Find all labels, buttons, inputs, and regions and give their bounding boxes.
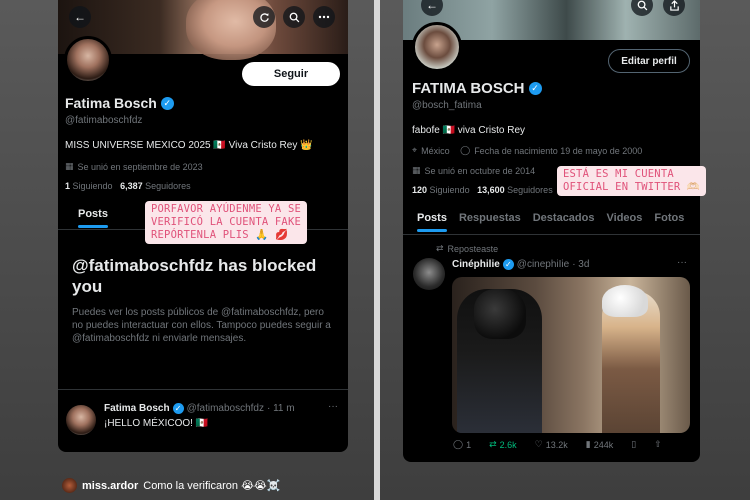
profile-bio: fabofe 🇲🇽 viva Cristo Rey [412,125,526,136]
location-icon: ⌖ [412,145,418,155]
share-icon: ⇧ [654,439,662,449]
tabs-divider [403,234,700,235]
avatar[interactable] [412,22,462,72]
verified-icon: ✓ [502,259,514,270]
story-comment: miss.ardor Como la verificaron 😭😭☠️ [62,478,280,493]
tweet-actions: ◯ 1 ⇄ 2.6k ♡ 13.2k ▮ 244k ▯ ⇧ [453,439,662,450]
tweet-avatar[interactable] [413,258,445,290]
comment-text: Como la verificaron 😭😭☠️ [143,480,281,492]
reply-button[interactable]: ◯ 1 [453,439,471,450]
balloon-icon: ◯ [460,145,471,155]
avatar[interactable] [62,478,77,493]
tweet-avatar[interactable] [65,404,97,436]
calendar-icon: ▦ [65,161,74,171]
right-profile-screen: ← Editar perfil FATIMA BOSCH ✓ @bosch_fat… [403,0,700,462]
verified-icon: ✓ [528,82,542,95]
follow-button[interactable]: Seguir [242,62,340,86]
tab-photos[interactable]: Fotos [654,212,684,224]
verified-icon: ✓ [160,96,174,110]
bookmark-button[interactable]: ▯ [631,439,636,450]
tweet-text: ¡HELLO MÉXICOO! 🇲🇽 [104,418,209,429]
tab-posts[interactable]: Posts [78,208,108,228]
views-button[interactable]: ▮ 244k [586,439,613,450]
share-button[interactable]: ⇧ [654,439,662,450]
blocked-description: Puedes ver los posts públicos de @fatima… [72,307,331,344]
tab-posts[interactable]: Posts [417,212,447,232]
bookmark-icon: ▯ [631,439,637,449]
tweet-more-icon[interactable]: ··· [328,401,338,412]
sticker-right: ESTÁ ES MI CUENTA OFICIAL EN TWITTER 🫶🏻 [557,166,707,196]
profile-name: Fatima Bosch ✓ [65,95,174,111]
profile-meta-row: ⌖ México ◯ Fecha de nacimiento 19 de mayo … [412,145,643,156]
profile-name: FATIMA BOSCH ✓ [412,80,542,97]
reply-icon: ◯ [453,439,464,449]
reposted-label: ⇄ Reposteaste [436,243,499,254]
profile-tabs: Posts Respuestas Destacados Videos Fotos [417,212,684,232]
tab-replies[interactable]: Respuestas [459,212,521,224]
verified-icon: ✓ [172,403,184,414]
tweet-header: Cinéphilie ✓ @cinephiIie · 3d [452,259,590,270]
tweet-more-icon[interactable]: ··· [677,257,687,268]
views-icon: ▮ [585,439,591,449]
calendar-icon: ▦ [412,165,421,175]
tweet-photo[interactable] [452,277,690,433]
edit-profile-button[interactable]: Editar perfil [608,49,690,73]
refresh-icon[interactable] [253,6,275,28]
like-button[interactable]: ♡ 13.2k [535,439,568,450]
like-icon: ♡ [534,439,543,449]
follow-stats: 1 Siguiendo 6,387 Seguidores [65,181,191,191]
collage-divider [374,0,380,500]
blocked-title: @fatimaboschfdz has blocked you [72,256,317,296]
joined-date: ▦ Se unió en octubre de 2014 [412,165,536,176]
profile-handle: @bosch_fatima [412,100,482,111]
tweet-header: Fatima Bosch ✓ @fatimaboschfdz · 11 m [104,403,295,414]
avatar[interactable] [64,36,112,84]
tweet-divider [58,389,348,390]
tab-videos[interactable]: Videos [607,212,643,224]
follow-stats: 120 Siguiendo 13,600 Seguidores [412,185,553,195]
tab-highlights[interactable]: Destacados [533,212,595,224]
profile-bio: MISS UNIVERSE MEXICO 2025 🇲🇽 Viva Cristo… [65,140,313,151]
profile-handle: @fatimaboschfdz [65,115,143,126]
repost-icon: ⇄ [489,439,497,449]
back-arrow-icon[interactable]: ← [69,6,91,28]
more-icon[interactable] [313,6,335,28]
search-icon[interactable] [283,6,305,28]
repost-icon: ⇄ [436,243,444,253]
comment-username[interactable]: miss.ardor [82,480,138,492]
sticker-left: PORFAVOR AYÚDENME YA SE VERIFICÓ LA CUEN… [145,201,307,244]
repost-button[interactable]: ⇄ 2.6k [489,439,517,450]
joined-date: ▦ Se unió en septiembre de 2023 [65,161,203,172]
